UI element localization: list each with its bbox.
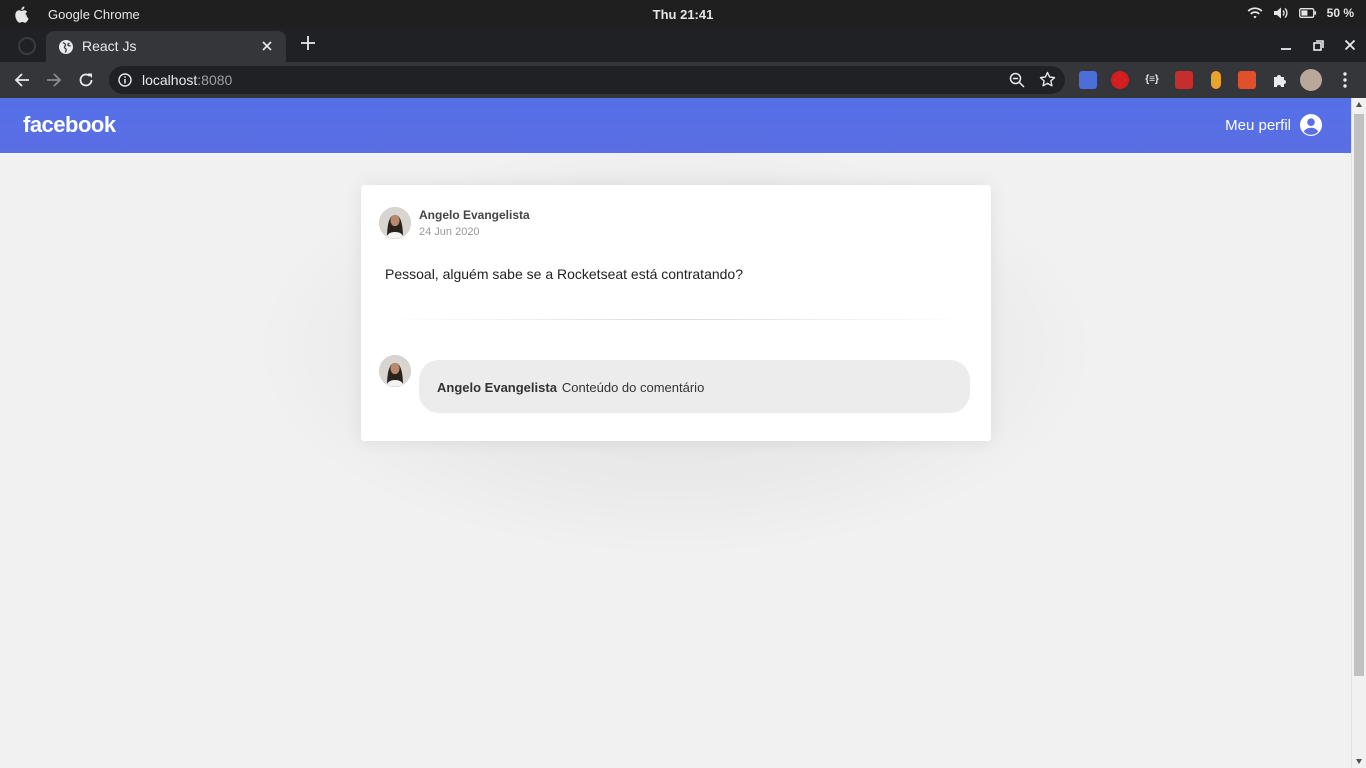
scrollbar-thumb[interactable]: [1354, 114, 1364, 676]
url-text[interactable]: localhost:8080: [142, 72, 232, 88]
tab-close-button[interactable]: [258, 37, 276, 55]
forward-button[interactable]: [42, 68, 66, 92]
kebab-icon: [1343, 72, 1347, 88]
back-button[interactable]: [10, 68, 34, 92]
person-avatar-icon: [379, 207, 411, 239]
avatar[interactable]: [379, 355, 411, 387]
window-controls: [1270, 28, 1366, 62]
profile-ghost-icon: [18, 37, 36, 55]
restore-button[interactable]: [1302, 28, 1334, 62]
vertical-scrollbar[interactable]: [1351, 98, 1366, 768]
scroll-down-arrow[interactable]: [1356, 759, 1362, 764]
divider: [385, 319, 967, 320]
comment-author-name[interactable]: Angelo Evangelista: [437, 380, 557, 395]
puzzle-icon: [1274, 75, 1286, 87]
reload-icon: [79, 73, 93, 87]
profile-link[interactable]: Meu perfil: [1225, 113, 1323, 137]
restore-icon: [1312, 39, 1324, 51]
info-icon[interactable]: [118, 73, 132, 87]
comment-content: Conteúdo do comentário: [561, 380, 705, 395]
back-icon: [14, 73, 29, 87]
comment-text: Angelo Evangelista Conteúdo do comentário: [437, 380, 704, 395]
zoom-icon[interactable]: [1009, 72, 1025, 88]
volume-icon[interactable]: [1273, 6, 1289, 20]
post-content: Pessoal, alguém sabe se a Rocketseat est…: [385, 266, 743, 282]
tab-strip: React Js: [0, 28, 1366, 62]
system-tray: 50 %: [1247, 6, 1354, 20]
battery-percent: 50 %: [1326, 6, 1354, 20]
reload-button[interactable]: [74, 68, 98, 92]
minimize-icon: [1281, 48, 1291, 50]
post-author-name[interactable]: Angelo Evangelista: [419, 208, 530, 222]
post-date: 24 Jun 2020: [419, 226, 480, 238]
tab-react-js[interactable]: React Js: [46, 31, 286, 62]
address-bar[interactable]: localhost:8080: [109, 66, 1065, 94]
minimize-button[interactable]: [1270, 28, 1302, 62]
extensions-button[interactable]: [1268, 68, 1292, 92]
avatar[interactable]: [379, 207, 411, 239]
adblock-extension-icon[interactable]: [1111, 71, 1129, 89]
tab-title: React Js: [82, 38, 137, 54]
scroll-up-arrow[interactable]: [1356, 102, 1362, 107]
translate-extension-icon[interactable]: [1079, 71, 1097, 89]
post-card: Angelo Evangelista 24 Jun 2020 Pessoal, …: [361, 185, 991, 441]
person-avatar-icon: [379, 355, 411, 387]
close-icon: [1345, 40, 1355, 50]
star-icon[interactable]: [1039, 71, 1056, 88]
menu-button[interactable]: [1333, 68, 1357, 92]
new-tab-button[interactable]: [298, 33, 318, 53]
page-viewport: facebook Meu perfil Angelo Evangelista 2…: [0, 98, 1351, 768]
url-port: :8080: [197, 72, 233, 88]
extension-icon[interactable]: [1211, 71, 1221, 89]
os-top-bar: Google Chrome Thu 21:41 50 %: [0, 0, 1366, 28]
plus-icon: [301, 36, 315, 50]
clock[interactable]: Thu 21:41: [0, 7, 1366, 22]
profile-avatar[interactable]: [1300, 69, 1322, 91]
user-circle-icon: [1300, 114, 1322, 136]
wifi-icon[interactable]: [1247, 6, 1263, 20]
json-extension-icon[interactable]: {≡}: [1143, 71, 1161, 89]
extension-icon[interactable]: [1175, 71, 1193, 89]
profile-label: Meu perfil: [1225, 116, 1291, 134]
forward-icon: [47, 73, 62, 87]
site-logo[interactable]: facebook: [23, 112, 116, 138]
comment-bubble: Angelo Evangelista Conteúdo do comentário: [419, 360, 970, 413]
extension-icon[interactable]: [1238, 71, 1256, 89]
globe-icon: [59, 40, 73, 54]
close-window-button[interactable]: [1334, 28, 1366, 62]
close-icon: [262, 41, 272, 51]
url-host: localhost: [142, 72, 198, 88]
battery-icon[interactable]: [1298, 7, 1317, 19]
browser-toolbar: localhost:8080 {≡}: [0, 62, 1366, 98]
